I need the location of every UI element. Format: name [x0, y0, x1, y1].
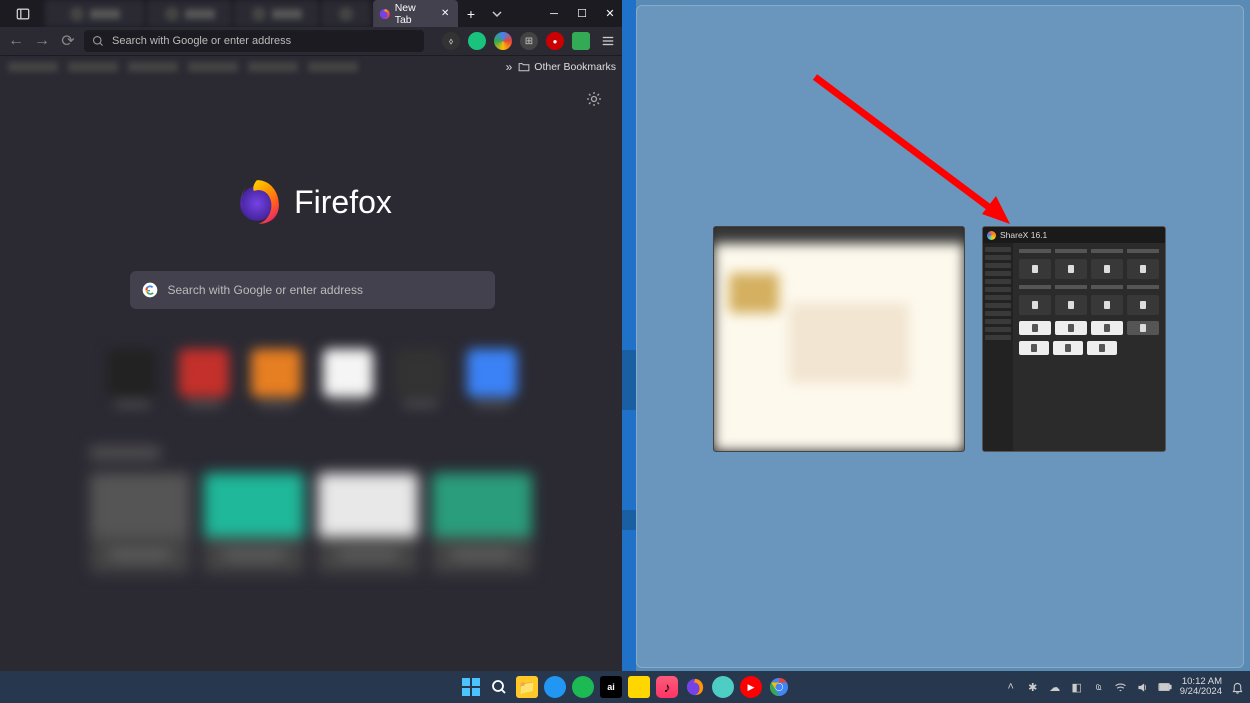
system-tray: ˄ ✱ ☁ ◧ Ҩ 10:12 AM 9/24/2024 [1004, 677, 1244, 698]
firefox-window: New Tab ✕ + ─ ☐ ✕ ← → ⟳ Search with Goog… [0, 0, 624, 671]
annotation-arrow-icon [810, 72, 1020, 232]
spotify-icon[interactable] [572, 676, 594, 698]
snap-assist-zone: ShareX 16.1 [636, 5, 1244, 668]
extension-icon[interactable]: ● [546, 32, 564, 50]
close-icon[interactable]: ✕ [438, 7, 452, 21]
minimize-button[interactable]: ─ [540, 0, 568, 27]
extension-icon[interactable] [572, 32, 590, 50]
other-bookmarks-folder[interactable]: Other Bookmarks [518, 61, 616, 73]
google-icon [142, 282, 158, 298]
search-icon [92, 35, 104, 47]
sharex-titlebar: ShareX 16.1 [983, 227, 1165, 243]
top-sites-row [0, 349, 624, 407]
start-button[interactable] [460, 676, 482, 698]
active-tab[interactable]: New Tab ✕ [373, 0, 458, 27]
snap-window-thumbnail-sharex[interactable]: ShareX 16.1 [982, 226, 1166, 452]
search-placeholder: Search with Google or enter address [168, 283, 363, 297]
search-button[interactable] [488, 676, 510, 698]
new-tab-button[interactable]: + [458, 0, 484, 27]
app-icon[interactable]: ai [600, 676, 622, 698]
music-app-icon[interactable]: ♪ [656, 676, 678, 698]
extension-icon[interactable] [468, 32, 486, 50]
taskbar: 📁 ai ♪ ▶ ˄ ✱ ☁ ◧ Ҩ 10:12 AM 9/24/2024 [0, 671, 1250, 703]
address-bar-placeholder: Search with Google or enter address [112, 35, 291, 47]
reload-button[interactable]: ⟳ [58, 31, 78, 51]
firefox-logo-area: Firefox [0, 77, 624, 227]
tab[interactable] [321, 0, 371, 27]
chrome-icon[interactable] [768, 676, 790, 698]
onedrive-icon[interactable]: ☁ [1048, 680, 1062, 694]
bookmarks-overflow-icon[interactable]: » [506, 60, 513, 74]
volume-icon[interactable] [1136, 680, 1150, 694]
firefox-icon [379, 8, 391, 20]
tab[interactable] [234, 0, 319, 27]
sidebar-toggle-icon[interactable] [0, 0, 45, 27]
extension-icon[interactable] [494, 32, 512, 50]
clock[interactable]: 10:12 AM 9/24/2024 [1180, 677, 1222, 698]
new-tab-content: Firefox Search with Google or enter addr… [0, 77, 624, 671]
tab-list-dropdown[interactable] [484, 0, 510, 27]
gear-icon[interactable] [586, 91, 602, 112]
back-button[interactable]: ← [6, 31, 26, 51]
firefox-wordmark: Firefox [294, 184, 392, 221]
app-icon[interactable] [544, 676, 566, 698]
language-icon[interactable]: Ҩ [1092, 680, 1106, 694]
app-icon[interactable] [712, 676, 734, 698]
firefox-logo-icon [232, 177, 282, 227]
app-icon[interactable] [628, 676, 650, 698]
tray-icon[interactable]: ✱ [1026, 680, 1040, 694]
obscured-window-edge [622, 0, 636, 671]
menu-button[interactable] [598, 31, 618, 51]
tab[interactable] [45, 0, 145, 27]
wifi-icon[interactable] [1114, 680, 1128, 694]
window-controls: ─ ☐ ✕ [540, 0, 624, 27]
taskbar-center: 📁 ai ♪ ▶ [460, 676, 790, 698]
tab[interactable] [147, 0, 232, 27]
firefox-taskbar-icon[interactable] [684, 676, 706, 698]
battery-icon[interactable] [1158, 680, 1172, 694]
maximize-button[interactable]: ☐ [568, 0, 596, 27]
forward-button[interactable]: → [32, 31, 52, 51]
address-bar[interactable]: Search with Google or enter address [84, 30, 424, 52]
snap-window-thumbnail[interactable] [713, 226, 965, 452]
sharex-logo-icon [987, 231, 996, 240]
file-explorer-icon[interactable]: 📁 [516, 676, 538, 698]
close-button[interactable]: ✕ [596, 0, 624, 27]
folder-icon [518, 61, 530, 73]
tray-icon[interactable]: ◧ [1070, 680, 1084, 694]
title-bar: New Tab ✕ + ─ ☐ ✕ [0, 0, 624, 27]
extensions-button[interactable]: ⊞ [520, 32, 538, 50]
tab-title: New Tab [395, 2, 435, 26]
tray-overflow-icon[interactable]: ˄ [1004, 680, 1018, 694]
bookmarks-bar: » Other Bookmarks [0, 55, 624, 77]
notifications-icon[interactable] [1230, 680, 1244, 694]
extension-icon[interactable]: ⬨ [442, 32, 460, 50]
sharex-title: ShareX 16.1 [1000, 230, 1047, 240]
youtube-icon[interactable]: ▶ [740, 676, 762, 698]
toolbar: ← → ⟳ Search with Google or enter addres… [0, 27, 624, 55]
search-input[interactable]: Search with Google or enter address [130, 271, 495, 309]
stories-section [0, 447, 624, 573]
